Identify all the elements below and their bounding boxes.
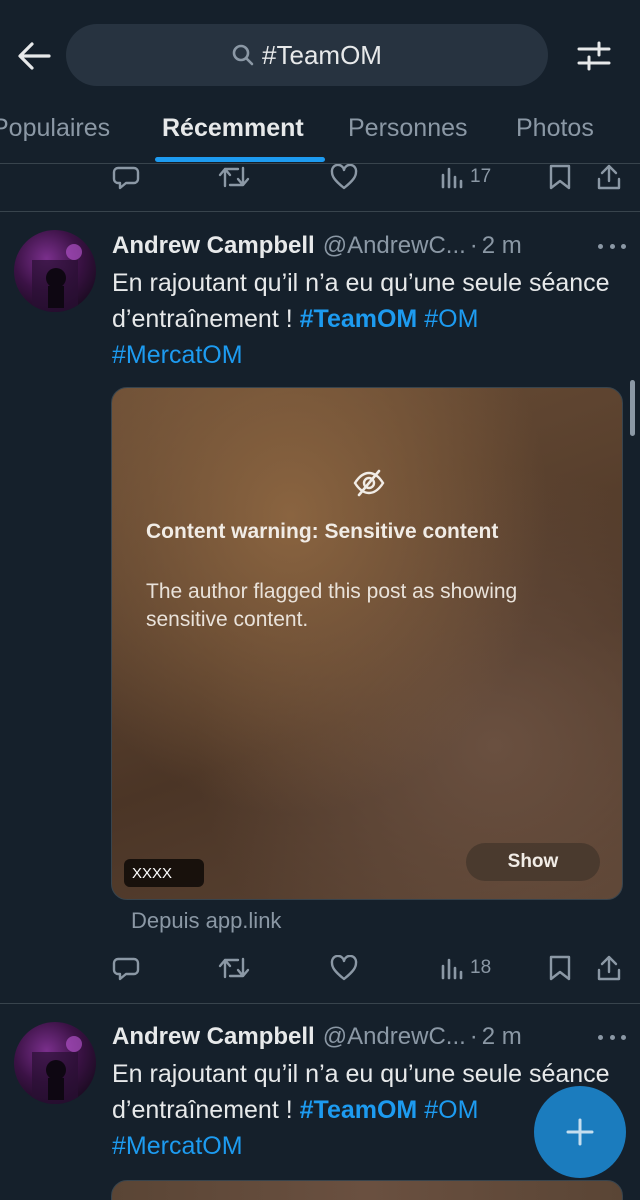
separator: · (469, 1023, 478, 1050)
divider (0, 1003, 640, 1004)
tweet-source[interactable]: Depuis app.link (131, 908, 281, 934)
views-count: 18 (470, 957, 492, 978)
retweet-button[interactable] (218, 157, 250, 197)
avatar[interactable] (14, 1022, 96, 1104)
author-handle[interactable]: @AndrewC... (323, 1023, 466, 1051)
bookmark-icon (549, 955, 571, 981)
reply-button[interactable] (112, 157, 140, 197)
views-icon (441, 958, 463, 980)
warning-title: Content warning: Sensitive content (146, 520, 499, 543)
tweet-header: Andrew Campbell @AndrewC... · 2 m (112, 1020, 622, 1054)
tab-recemment[interactable]: Récemment (162, 110, 304, 164)
avatar[interactable] (14, 230, 96, 312)
media-badge: XXXX (124, 859, 204, 887)
reply-button[interactable] (112, 948, 140, 988)
tweet-text: En rajoutant qu’il n’a eu qu’une seule s… (112, 265, 632, 373)
author-handle[interactable]: @AndrewC... (323, 232, 466, 260)
separator: · (469, 232, 478, 259)
views-button[interactable]: 17 (440, 157, 491, 197)
show-button[interactable]: Show (466, 843, 600, 881)
like-icon (330, 955, 358, 981)
retweet-icon (218, 166, 250, 188)
hashtag-link[interactable]: #OM (424, 1096, 478, 1124)
hashtag-link[interactable]: #MercatOM (112, 1132, 243, 1160)
reply-icon (112, 957, 140, 981)
retweet-icon (218, 957, 250, 979)
share-button[interactable] (596, 157, 622, 197)
scrollbar[interactable] (630, 380, 635, 436)
divider (0, 211, 640, 212)
like-button[interactable] (330, 157, 358, 197)
author-name[interactable]: Andrew Campbell (112, 232, 315, 260)
back-button[interactable] (14, 36, 54, 76)
like-icon (330, 164, 358, 190)
top-bar: #TeamOM (0, 0, 640, 110)
views-button[interactable]: 18 (440, 948, 491, 988)
reply-icon (112, 166, 140, 190)
share-button[interactable] (596, 948, 622, 988)
retweet-button[interactable] (218, 948, 250, 988)
sensitive-media[interactable]: Content warning: Sensitive content The a… (111, 387, 623, 900)
back-arrow-icon (18, 42, 51, 70)
tweet-actions: 17 (0, 157, 640, 197)
tweet-header: Andrew Campbell @AndrewC... · 2 m (112, 229, 622, 263)
tweet-time: 2 m (481, 1023, 522, 1050)
bookmark-button[interactable] (548, 157, 572, 197)
tab-populaires[interactable]: Populaires (0, 110, 110, 164)
more-icon[interactable] (598, 236, 626, 256)
search-query: #TeamOM (262, 39, 382, 70)
filter-icon (577, 41, 611, 71)
share-icon (597, 955, 621, 981)
warning-body: The author flagged this post as showing … (146, 580, 518, 631)
tweet-actions: 18 (0, 948, 640, 988)
views-count: 17 (470, 166, 492, 187)
media-preview[interactable] (111, 1180, 623, 1200)
tab-photos[interactable]: Photos (516, 110, 594, 164)
bookmark-button[interactable] (548, 948, 572, 988)
hashtag-link[interactable]: #MercatOM (112, 341, 243, 369)
more-icon[interactable] (598, 1027, 626, 1047)
tweet-time: 2 m (481, 232, 522, 259)
share-icon (597, 164, 621, 190)
tab-personnes[interactable]: Personnes (348, 110, 468, 164)
hashtag-link[interactable]: #TeamOM (300, 1096, 418, 1124)
hashtag-link[interactable]: #TeamOM (300, 305, 418, 333)
hashtag-link[interactable]: #OM (424, 305, 478, 333)
views-icon (441, 167, 463, 189)
filter-button[interactable] (574, 36, 614, 76)
tab-bar: Populaires Récemment Personnes Photos (0, 110, 640, 164)
author-name[interactable]: Andrew Campbell (112, 1023, 315, 1051)
compose-plus-icon (566, 1118, 594, 1146)
search-icon (232, 44, 254, 66)
eye-slash-icon (353, 469, 385, 497)
bookmark-icon (549, 164, 571, 190)
like-button[interactable] (330, 948, 358, 988)
compose-button[interactable] (534, 1086, 626, 1178)
search-input[interactable]: #TeamOM (66, 24, 548, 86)
